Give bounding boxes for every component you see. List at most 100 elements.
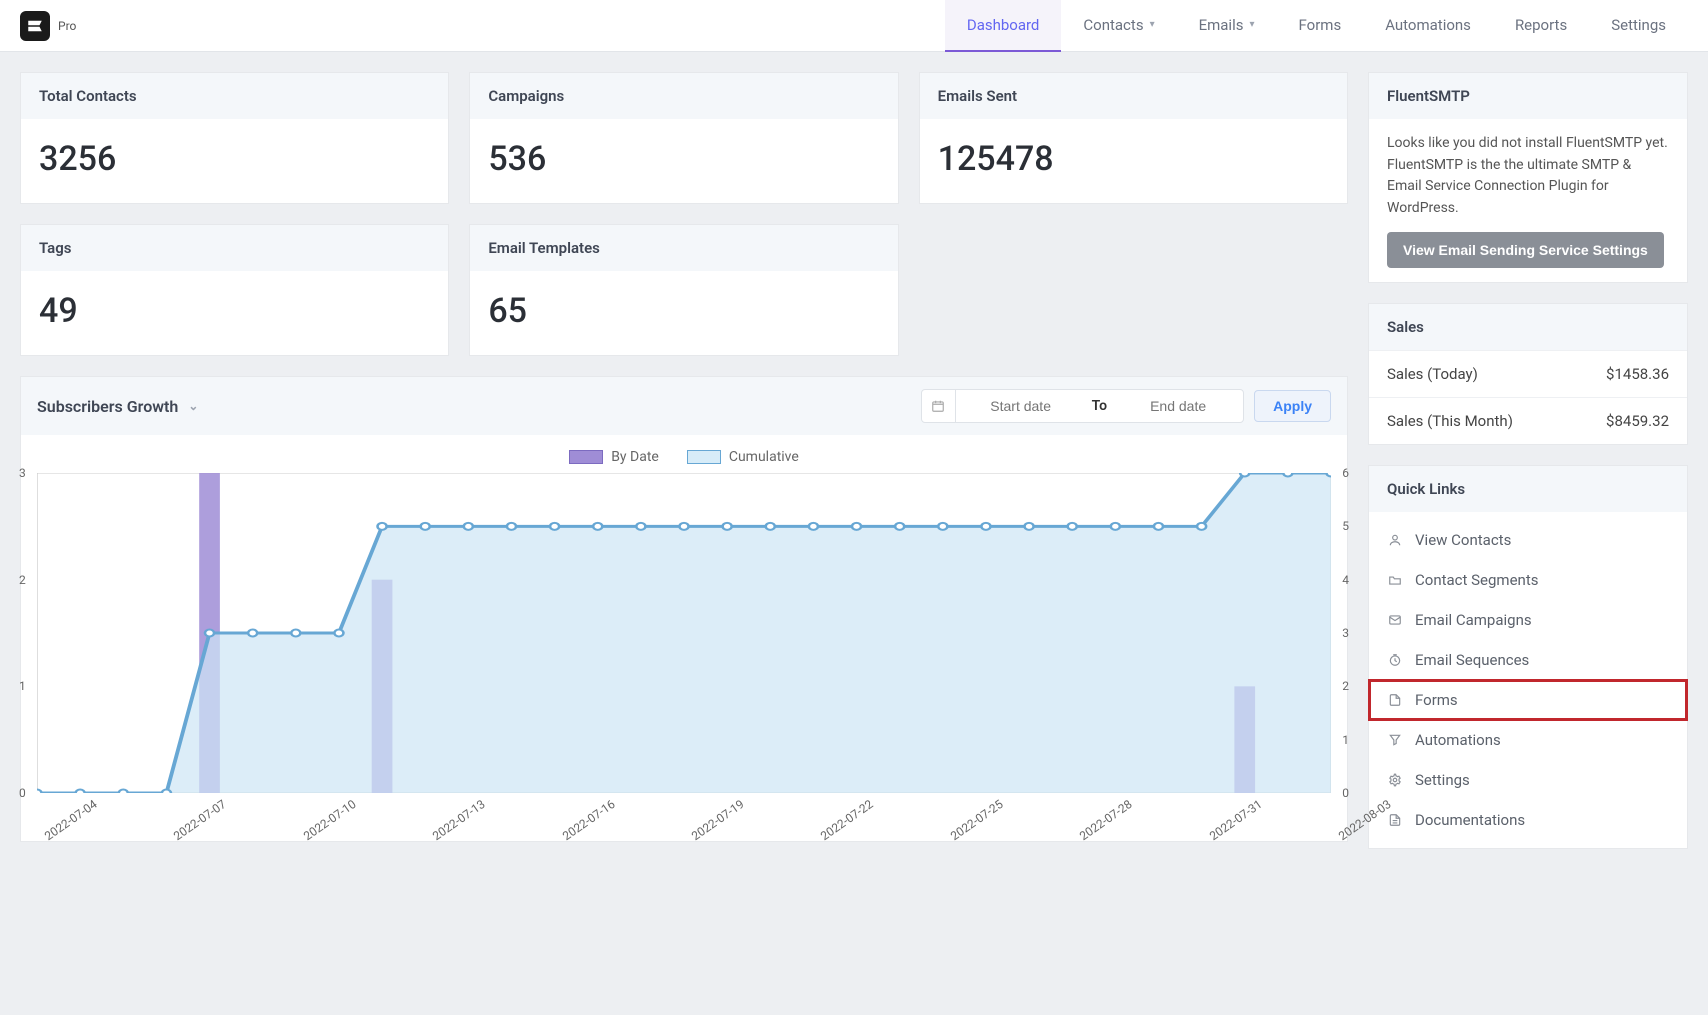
sales-card: Sales Sales (Today) $1458.36 Sales (This… [1368,303,1688,445]
sales-month-value: $8459.32 [1606,412,1669,430]
stats-row-2: Tags 49 Email Templates 65 [20,224,1348,356]
stat-email-templates[interactable]: Email Templates 65 [469,224,898,356]
nav-reports[interactable]: Reports [1493,0,1589,52]
date-range-picker[interactable]: To [921,389,1244,423]
nav-automations[interactable]: Automations [1363,0,1493,52]
quicklink-view-contacts[interactable]: View Contacts [1369,520,1687,560]
start-date-input[interactable] [956,398,1086,414]
chart-x-labels: 2022-07-042022-07-072022-07-102022-07-13… [37,797,1331,837]
nav-dashboard-label: Dashboard [967,16,1040,34]
ytick-left: 2 [19,573,26,587]
chart-legend: By Date Cumulative [37,449,1331,465]
quicklink-documentations[interactable]: Documentations [1369,800,1687,840]
subscribers-growth-card: Subscribers Growth ⌄ To Apply [20,376,1348,842]
nav-forms[interactable]: Forms [1277,0,1364,52]
gear-icon [1387,773,1403,787]
stat-label: Email Templates [470,225,897,271]
stat-label: Total Contacts [21,73,448,119]
xtick-label: 2022-07-19 [689,797,747,843]
nav-forms-label: Forms [1299,16,1342,34]
quicklink-label: Forms [1415,691,1458,709]
fluentsmtp-card: FluentSMTP Looks like you did not instal… [1368,72,1688,283]
nav-settings-label: Settings [1611,16,1666,34]
stat-label: Campaigns [470,73,897,119]
xtick-label: 2022-07-25 [948,797,1006,843]
user-icon [1387,533,1403,547]
stat-label: Emails Sent [920,73,1347,119]
card-title: Sales [1369,304,1687,350]
calendar-icon [922,390,956,422]
legend-swatch-line [687,450,721,464]
stat-value: 536 [470,119,897,203]
primary-nav: Dashboard Contacts ▾ Emails ▾ Forms Automa… [945,0,1688,52]
quicklink-settings[interactable]: Settings [1369,760,1687,800]
quicklink-label: Email Sequences [1415,651,1529,669]
chevron-down-icon: ⌄ [188,399,198,413]
ytick-right: 4 [1342,573,1349,587]
ytick-right: 3 [1342,626,1349,640]
stat-campaigns[interactable]: Campaigns 536 [469,72,898,204]
quicklink-email-sequences[interactable]: Email Sequences [1369,640,1687,680]
chart-plot: 3 2 1 0 6 5 4 3 2 1 0 [37,473,1331,793]
stat-total-contacts[interactable]: Total Contacts 3256 [20,72,449,204]
end-date-input[interactable] [1113,398,1243,414]
stat-value: 49 [21,271,448,355]
nav-emails[interactable]: Emails ▾ [1177,0,1277,52]
chevron-down-icon: ▾ [1249,19,1254,30]
quicklink-label: Settings [1415,771,1470,789]
stats-row-1: Total Contacts 3256 Campaigns 536 Emails… [20,72,1348,204]
legend-by-date[interactable]: By Date [569,449,659,465]
stat-label: Tags [21,225,448,271]
chart-title-dropdown[interactable]: Subscribers Growth ⌄ [37,397,198,416]
chevron-down-icon: ▾ [1150,19,1155,30]
quicklink-label: View Contacts [1415,531,1511,549]
quicklink-label: Contact Segments [1415,571,1538,589]
ytick-left: 3 [19,466,26,480]
nav-settings[interactable]: Settings [1589,0,1688,52]
legend-cumulative[interactable]: Cumulative [687,449,799,465]
stat-emails-sent[interactable]: Emails Sent 125478 [919,72,1348,204]
ytick-right: 5 [1342,519,1349,533]
xtick-label: 2022-07-04 [42,797,100,843]
quicklink-label: Email Campaigns [1415,611,1532,629]
folder-icon [1387,573,1403,587]
ytick-right: 0 [1342,786,1349,800]
stat-value: 3256 [21,119,448,203]
brand-logo-icon [20,11,50,41]
xtick-label: 2022-07-16 [560,797,618,843]
ytick-right: 1 [1342,733,1349,747]
sales-today-row: Sales (Today) $1458.36 [1369,350,1687,397]
nav-emails-label: Emails [1199,16,1244,34]
form-icon [1387,693,1403,707]
quicklink-contact-segments[interactable]: Contact Segments [1369,560,1687,600]
stat-value: 65 [470,271,897,355]
date-range-to: To [1086,398,1113,414]
topbar: Pro Dashboard Contacts ▾ Emails ▾ Forms Au… [0,0,1708,52]
stat-tags[interactable]: Tags 49 [20,224,449,356]
quicklink-automations[interactable]: Automations [1369,720,1687,760]
brand-pro-label: Pro [58,19,76,33]
mail-icon [1387,613,1403,627]
nav-contacts-label: Contacts [1083,16,1143,34]
apply-button[interactable]: Apply [1254,390,1331,422]
sales-month-row: Sales (This Month) $8459.32 [1369,397,1687,444]
quicklink-label: Automations [1415,731,1501,749]
view-smtp-settings-button[interactable]: View Email Sending Service Settings [1387,232,1664,268]
nav-dashboard[interactable]: Dashboard [945,0,1062,52]
xtick-label: 2022-07-13 [430,797,488,843]
nav-automations-label: Automations [1385,16,1471,34]
chart-title: Subscribers Growth [37,397,178,416]
legend-label: By Date [611,449,659,465]
ytick-left: 0 [19,786,26,800]
xtick-label: 2022-07-28 [1077,797,1135,843]
sales-today-value: $1458.36 [1606,365,1669,383]
legend-label: Cumulative [729,449,799,465]
quicklink-email-campaigns[interactable]: Email Campaigns [1369,600,1687,640]
sales-month-label: Sales (This Month) [1387,412,1513,430]
quicklink-forms[interactable]: Forms [1369,680,1687,720]
xtick-label: 2022-07-22 [818,797,876,843]
clock-icon [1387,653,1403,667]
ytick-right: 6 [1342,466,1349,480]
nav-contacts[interactable]: Contacts ▾ [1061,0,1176,52]
xtick-label: 2022-07-31 [1207,797,1265,843]
